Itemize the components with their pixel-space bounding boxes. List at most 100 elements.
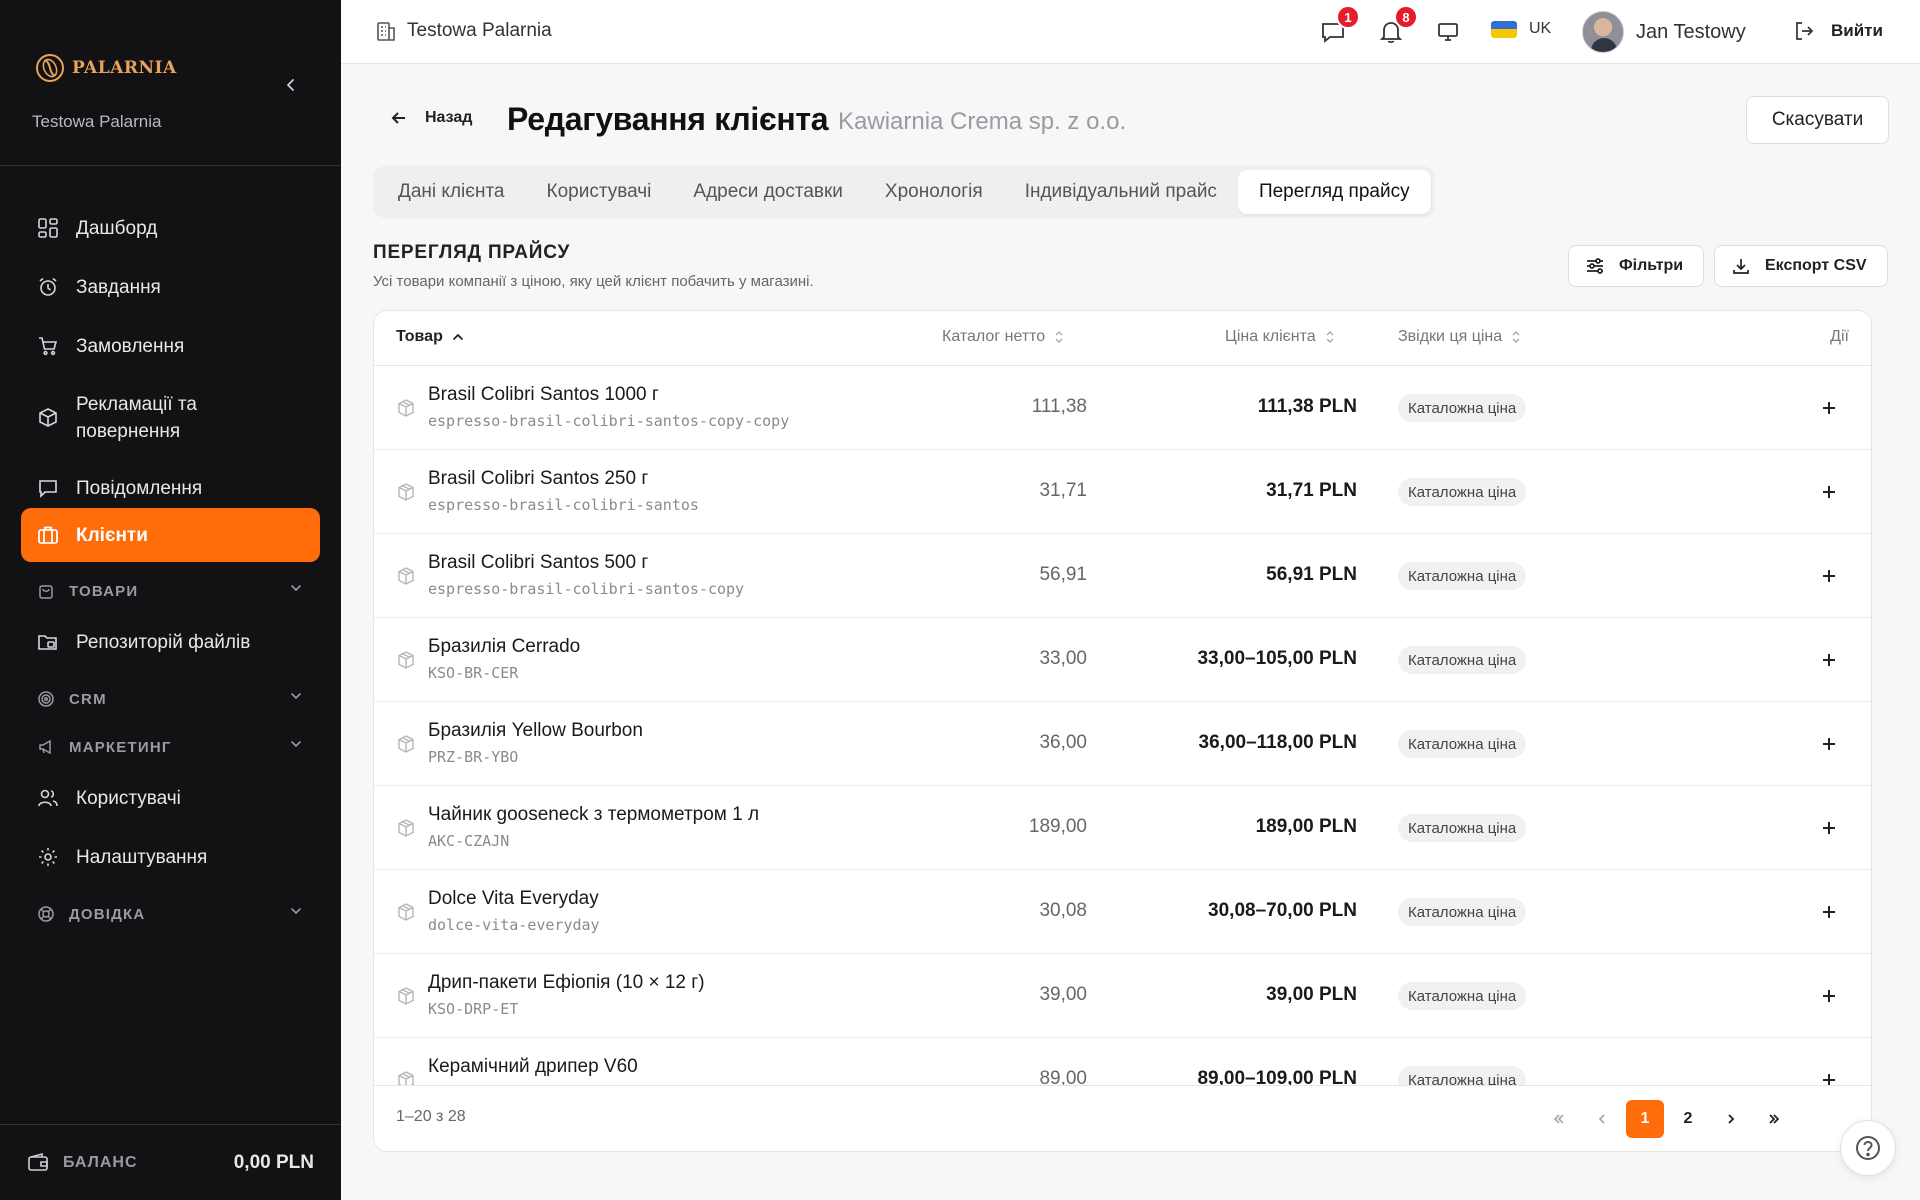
table-row[interactable]: Brasil Colibri Santos 250 г espresso-bras… bbox=[374, 450, 1871, 534]
tab-price-preview[interactable]: Перегляд прайсу bbox=[1237, 170, 1431, 214]
tab-users[interactable]: Користувачі bbox=[526, 170, 673, 214]
language-code: UK bbox=[1529, 20, 1552, 37]
message-square-icon bbox=[37, 477, 59, 499]
chevrons-right-icon bbox=[1769, 1114, 1780, 1124]
tab-timeline[interactable]: Хронологія bbox=[864, 170, 1004, 214]
sidebar: PALARNIA Testowa Palarnia Дашборд Завдан… bbox=[0, 0, 341, 1200]
folder-lock-icon bbox=[37, 631, 59, 653]
sidebar-item-files[interactable]: Репозиторій файлів bbox=[21, 614, 320, 670]
price-table: Товар Каталог нетто Ціна клієнта Звідки … bbox=[373, 310, 1872, 1152]
sidebar-item-complaints[interactable]: Рекламації та повернення bbox=[21, 378, 320, 458]
sidebar-group-marketing[interactable]: МАРКЕТИНГ bbox=[21, 734, 320, 760]
product-sku: espresso-brasil-colibri-santos-copy bbox=[428, 580, 745, 598]
sidebar-item-users[interactable]: Користувачі bbox=[21, 770, 320, 826]
brand-name: PALARNIA bbox=[72, 58, 177, 78]
tab-individual-price[interactable]: Індивідуальний прайс bbox=[1004, 170, 1238, 214]
sidebar-item-tasks[interactable]: Завдання bbox=[21, 259, 320, 315]
sidebar-group-label: МАРКЕТИНГ bbox=[69, 738, 172, 756]
messages-button[interactable]: 1 bbox=[1319, 5, 1360, 46]
sidebar-item-orders[interactable]: Замовлення bbox=[21, 318, 320, 374]
back-label: Назад bbox=[425, 109, 473, 126]
column-catalog-net[interactable]: Каталог нетто bbox=[942, 328, 1065, 346]
dashboard-icon bbox=[37, 217, 59, 239]
top-bar: Testowa Palarnia 1 8 UK Jan Testowy Вийт… bbox=[341, 0, 1920, 64]
sidebar-item-clients[interactable]: Клієнти bbox=[21, 508, 320, 562]
table-row[interactable]: Dolce Vita Everyday dolce-vita-everyday 30… bbox=[374, 870, 1871, 954]
logout-button[interactable]: Вийти bbox=[1793, 20, 1883, 42]
column-client-price[interactable]: Ціна клієнта bbox=[1225, 328, 1336, 346]
table-header: Товар Каталог нетто Ціна клієнта Звідки … bbox=[374, 311, 1871, 366]
brand-logo[interactable]: PALARNIA bbox=[34, 52, 177, 84]
prev-page-button[interactable] bbox=[1583, 1100, 1621, 1138]
table-row[interactable]: Brasil Colibri Santos 500 г espresso-bras… bbox=[374, 534, 1871, 618]
column-label: Ціна клієнта bbox=[1225, 328, 1316, 345]
client-tabs: Дані клієнта Користувачі Адреси доставки… bbox=[373, 166, 1435, 218]
tab-client-data[interactable]: Дані клієнта bbox=[377, 170, 526, 214]
next-page-button[interactable] bbox=[1712, 1100, 1750, 1138]
section-description: Усі товари компанії з ціною, яку цей клі… bbox=[373, 273, 814, 290]
add-override-button[interactable] bbox=[1817, 816, 1841, 840]
add-override-button[interactable] bbox=[1817, 648, 1841, 672]
sidebar-item-settings[interactable]: Налаштування bbox=[21, 829, 320, 885]
filters-button[interactable]: Фільтри bbox=[1568, 245, 1704, 287]
back-button[interactable]: Назад bbox=[389, 108, 472, 128]
page-button-1[interactable]: 1 bbox=[1626, 1100, 1664, 1138]
chevron-down-icon bbox=[288, 736, 304, 757]
notifications-button[interactable]: 8 bbox=[1377, 5, 1418, 46]
help-button[interactable] bbox=[1840, 1120, 1896, 1176]
collapse-sidebar-button[interactable] bbox=[276, 70, 306, 100]
balance-value: 0,00 PLN bbox=[233, 1151, 314, 1173]
add-override-button[interactable] bbox=[1817, 480, 1841, 504]
cancel-button[interactable]: Скасувати bbox=[1746, 96, 1889, 144]
catalog-net-price: 39,00 bbox=[1039, 984, 1087, 1005]
price-source-badge: Каталожна ціна bbox=[1398, 814, 1527, 842]
sidebar-group-products[interactable]: ТОВАРИ bbox=[21, 578, 320, 604]
sidebar-item-label: Рекламації та повернення bbox=[76, 394, 197, 442]
chevron-left-icon bbox=[287, 79, 294, 91]
client-price: 36,00–118,00 PLN bbox=[1198, 732, 1357, 753]
display-toggle-button[interactable] bbox=[1434, 18, 1462, 46]
product-sku: dolce-vita-everyday bbox=[428, 916, 600, 934]
column-price-source[interactable]: Звідки ця ціна bbox=[1398, 328, 1522, 346]
first-page-button[interactable] bbox=[1540, 1100, 1578, 1138]
alarm-clock-icon bbox=[37, 276, 59, 298]
product-sku: KSO-BR-CER bbox=[428, 664, 519, 682]
client-price: 39,00 PLN bbox=[1266, 984, 1357, 1005]
price-source-badge: Каталожна ціна bbox=[1398, 562, 1527, 590]
table-row[interactable]: Дрип-пакети Ефіопія (10 × 12 г) KSO-DRP-E… bbox=[374, 954, 1871, 1038]
shopping-bag-icon bbox=[37, 582, 55, 600]
sidebar-group-crm[interactable]: CRM bbox=[21, 686, 320, 712]
tab-delivery-addresses[interactable]: Адреси доставки bbox=[672, 170, 864, 214]
catalog-net-price: 111,38 bbox=[1031, 396, 1087, 417]
language-switcher[interactable]: UK bbox=[1491, 20, 1551, 38]
sidebar-group-help[interactable]: ДОВІДКА bbox=[21, 901, 320, 927]
export-csv-button[interactable]: Експорт CSV bbox=[1714, 245, 1888, 287]
page-button-2[interactable]: 2 bbox=[1669, 1100, 1707, 1138]
column-product[interactable]: Товар bbox=[396, 328, 465, 346]
chevron-down-icon bbox=[288, 580, 304, 601]
sidebar-item-label: Користувачі bbox=[76, 787, 181, 809]
product-name: Brasil Colibri Santos 500 г bbox=[428, 552, 649, 573]
product-sku: espresso-brasil-colibri-santos-copy-copy bbox=[428, 412, 790, 430]
building-icon bbox=[377, 22, 395, 41]
table-row[interactable]: Бразилія Yellow Bourbon PRZ-BR-YBO 36,00 36… bbox=[374, 702, 1871, 786]
last-page-button[interactable] bbox=[1755, 1100, 1793, 1138]
company-switcher[interactable]: Testowa Palarnia bbox=[375, 20, 552, 42]
table-row[interactable]: Чайник gooseneck з термометром 1 л AKC-CZ… bbox=[374, 786, 1871, 870]
add-override-button[interactable] bbox=[1817, 732, 1841, 756]
price-source-badge: Каталожна ціна bbox=[1398, 898, 1527, 926]
product-name: Чайник gooseneck з термометром 1 л bbox=[428, 804, 760, 825]
product-sku: espresso-brasil-colibri-santos bbox=[428, 496, 699, 514]
client-name: Kawiarnia Crema sp. z o.o. bbox=[838, 108, 1127, 135]
catalog-net-price: 30,08 bbox=[1039, 900, 1087, 921]
user-menu[interactable]: Jan Testowy bbox=[1582, 11, 1746, 53]
add-override-button[interactable] bbox=[1817, 900, 1841, 924]
add-override-button[interactable] bbox=[1817, 396, 1841, 420]
arrow-left-icon bbox=[391, 112, 405, 124]
table-row[interactable]: Бразилія Cerrado KSO-BR-CER 33,00 33,00–105… bbox=[374, 618, 1871, 702]
add-override-button[interactable] bbox=[1817, 984, 1841, 1008]
price-source-badge: Каталожна ціна bbox=[1398, 478, 1527, 506]
sidebar-item-dashboard[interactable]: Дашборд bbox=[21, 200, 320, 256]
table-row[interactable]: Brasil Colibri Santos 1000 г espresso-bra… bbox=[374, 366, 1871, 450]
add-override-button[interactable] bbox=[1817, 564, 1841, 588]
